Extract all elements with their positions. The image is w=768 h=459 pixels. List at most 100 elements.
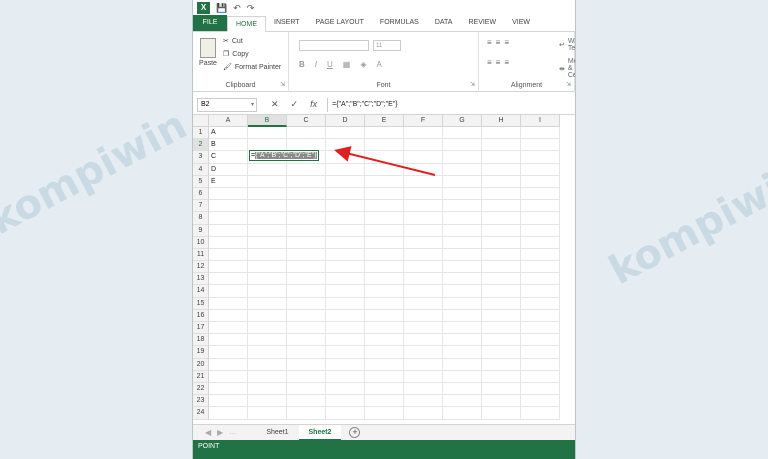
grid-cell[interactable] [209, 395, 248, 408]
grid-cell[interactable] [404, 285, 443, 298]
grid-cell[interactable] [326, 358, 365, 371]
grid-cell[interactable] [521, 273, 560, 286]
grid-cell[interactable] [521, 248, 560, 262]
grid-cell[interactable] [326, 322, 365, 335]
grid-cell[interactable] [365, 273, 404, 286]
grid-cell[interactable] [521, 407, 560, 420]
alignment-launcher-icon[interactable]: ⇲ [566, 81, 571, 88]
chevron-down-icon[interactable]: ▾ [251, 99, 254, 111]
row-header[interactable]: 19 [193, 346, 209, 359]
grid-cell[interactable] [482, 127, 521, 140]
grid-cell[interactable] [287, 309, 326, 322]
grid-cell[interactable] [482, 309, 521, 322]
enter-icon[interactable]: ✓ [291, 99, 299, 110]
grid-cell[interactable] [248, 261, 287, 274]
row-header[interactable]: 23 [193, 395, 209, 408]
grid-cell[interactable] [209, 358, 248, 371]
row-header[interactable]: 2 [193, 139, 209, 152]
grid-cell[interactable] [209, 346, 248, 359]
grid-cell[interactable] [209, 273, 248, 286]
grid-cell[interactable] [404, 370, 443, 383]
grid-cell[interactable] [287, 322, 326, 335]
grid-cell[interactable] [209, 236, 248, 249]
grid-cell[interactable] [287, 370, 326, 383]
grid-cell[interactable] [365, 200, 404, 213]
grid-cell[interactable] [404, 358, 443, 371]
grid-cell[interactable] [404, 395, 443, 408]
grid-cell[interactable] [521, 261, 560, 274]
column-header-h[interactable]: H [482, 115, 521, 127]
grid-cell[interactable] [365, 334, 404, 347]
grid-cell[interactable] [326, 224, 365, 237]
row-header[interactable]: 13 [193, 273, 209, 286]
grid-cell[interactable] [248, 407, 287, 420]
grid-cell[interactable] [404, 127, 443, 140]
grid-cell[interactable] [365, 248, 404, 262]
grid-cell[interactable] [521, 175, 560, 188]
grid-cell[interactable] [404, 151, 443, 164]
grid-cell[interactable] [287, 175, 326, 188]
grid-cell[interactable] [248, 309, 287, 322]
border-icon[interactable]: ▦ [343, 60, 351, 69]
grid-cell[interactable] [209, 285, 248, 298]
grid-cell[interactable] [404, 236, 443, 249]
sheet-tab-sheet2[interactable]: Sheet2 [298, 424, 342, 441]
grid-cell[interactable] [443, 370, 482, 383]
grid-cell[interactable] [287, 163, 326, 176]
row-header[interactable]: 12 [193, 261, 209, 274]
grid-cell[interactable] [521, 187, 560, 201]
grid-cell[interactable] [287, 187, 326, 201]
grid-cell[interactable] [287, 224, 326, 237]
paste-button[interactable]: Paste [199, 38, 217, 72]
grid-cell[interactable] [365, 297, 404, 310]
grid-cell[interactable] [209, 187, 248, 201]
grid-cell[interactable] [209, 212, 248, 225]
grid-cell[interactable] [287, 395, 326, 408]
save-icon[interactable]: 💾 [216, 3, 227, 14]
grid-cell[interactable] [521, 358, 560, 371]
grid-cell[interactable] [482, 273, 521, 286]
grid-cell[interactable] [209, 370, 248, 383]
grid-cell[interactable] [326, 334, 365, 347]
grid-cell[interactable] [443, 139, 482, 152]
grid-cell[interactable] [287, 285, 326, 298]
grid-cell[interactable] [365, 370, 404, 383]
grid-cell[interactable] [521, 370, 560, 383]
grid-cell[interactable] [482, 407, 521, 420]
grid-cell[interactable] [404, 175, 443, 188]
grid-cell[interactable] [482, 395, 521, 408]
grid-cell[interactable] [209, 200, 248, 213]
add-sheet-button[interactable]: + [349, 427, 361, 438]
grid-cell[interactable] [209, 224, 248, 237]
grid-cell[interactable] [365, 151, 404, 164]
grid-cell[interactable] [326, 127, 365, 140]
grid-cell[interactable] [521, 322, 560, 335]
grid-cell[interactable] [209, 248, 248, 262]
grid-cell[interactable] [443, 407, 482, 420]
grid-cell[interactable] [287, 273, 326, 286]
column-header-a[interactable]: A [209, 115, 248, 127]
grid-cell[interactable] [287, 127, 326, 140]
grid-cell[interactable] [443, 285, 482, 298]
grid-cell[interactable] [326, 248, 365, 262]
grid-cell[interactable] [482, 370, 521, 383]
tab-file[interactable]: FILE [193, 15, 227, 31]
grid-cell[interactable] [443, 248, 482, 262]
grid-cell[interactable] [326, 139, 365, 152]
grid-cell[interactable] [326, 261, 365, 274]
row-header[interactable]: 10 [193, 236, 209, 249]
grid-cell[interactable] [443, 127, 482, 140]
grid-cell[interactable] [482, 175, 521, 188]
row-header[interactable]: 9 [193, 224, 209, 237]
tab-view[interactable]: VIEW [504, 15, 538, 31]
grid-cell[interactable] [443, 334, 482, 347]
grid-cell[interactable] [287, 297, 326, 310]
grid-cell[interactable] [482, 163, 521, 176]
grid-cell[interactable] [482, 334, 521, 347]
font-launcher-icon[interactable]: ⇲ [470, 81, 475, 88]
grid-cell[interactable] [404, 200, 443, 213]
row-header[interactable]: 22 [193, 382, 209, 396]
copy-button[interactable]: ❐ Copy [223, 50, 249, 59]
grid-cell[interactable] [248, 382, 287, 396]
grid-cell[interactable]: D [209, 163, 248, 176]
